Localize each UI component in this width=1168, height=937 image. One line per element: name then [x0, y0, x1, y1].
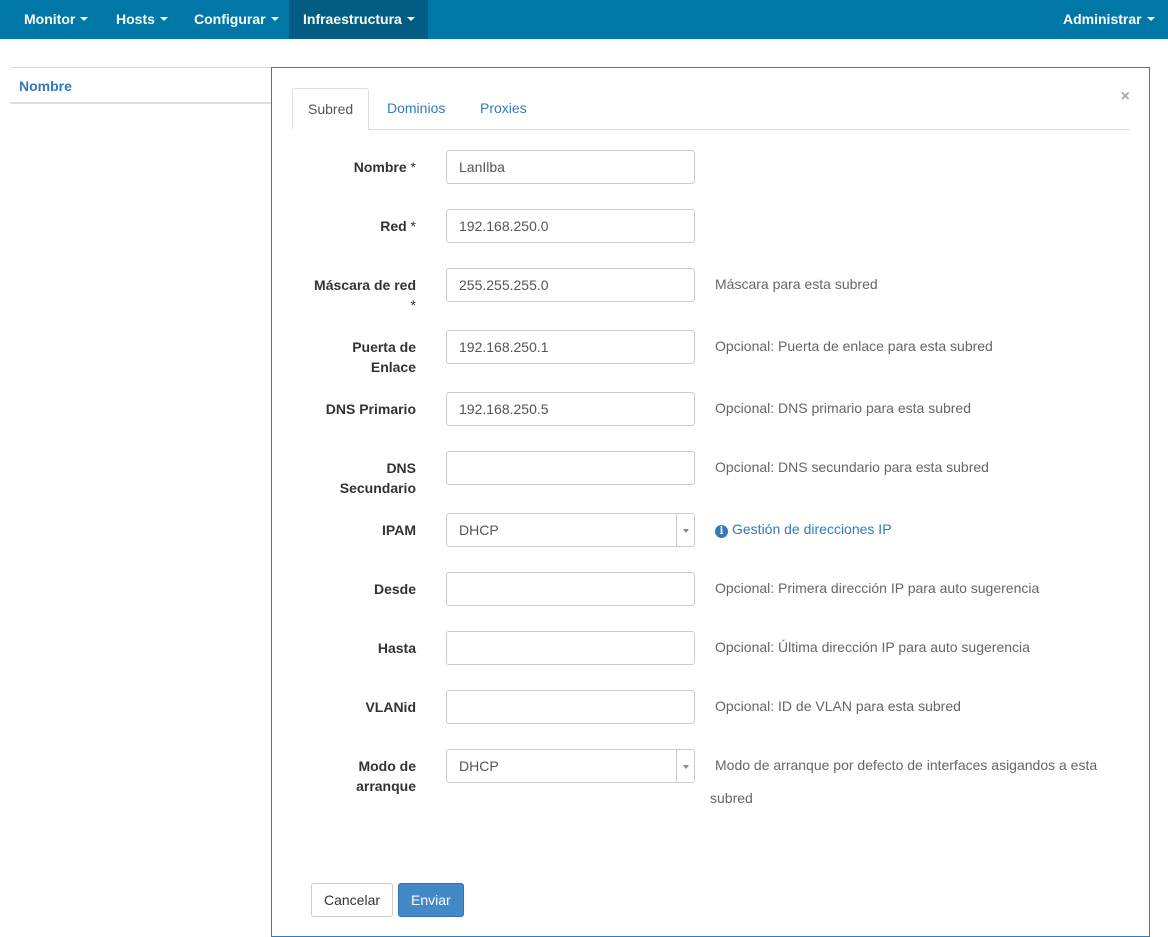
modo-arranque-label: Modo de arranque: [292, 756, 416, 796]
dns-secundario-label-line1: DNS: [386, 460, 416, 476]
mascara-input[interactable]: 255.255.255.0: [446, 268, 695, 302]
nav-administrar[interactable]: Administrar: [1049, 0, 1168, 39]
ipam-select-value: DHCP: [459, 522, 499, 538]
caret-down-icon: [80, 17, 89, 22]
nav-monitor-label: Monitor: [24, 11, 76, 27]
mascara-help: Máscara para esta subred: [715, 276, 878, 292]
column-header-nombre[interactable]: Nombre: [19, 78, 72, 94]
modo-arranque-label-line1: Modo de: [358, 758, 416, 774]
chevron-down-icon: [683, 765, 689, 769]
tab-dominios[interactable]: Dominios: [372, 88, 460, 129]
puerta-label: Puerta de Enlace: [292, 337, 416, 377]
required-marker: *: [410, 218, 416, 234]
chevron-down-icon: [683, 529, 689, 533]
vlanid-label: VLANid: [365, 699, 416, 715]
desde-input[interactable]: [446, 572, 695, 606]
select-divider: [676, 750, 677, 782]
modo-arranque-select-value: DHCP: [459, 758, 499, 774]
modo-arranque-label-line2: arranque: [356, 778, 416, 794]
dns-secundario-help: Opcional: DNS secundario para esta subre…: [715, 459, 989, 475]
nav-configurar[interactable]: Configurar: [180, 0, 293, 39]
hasta-input[interactable]: [446, 631, 695, 665]
dns-primario-help: Opcional: DNS primario para esta subred: [715, 400, 972, 416]
puerta-label-line2: Enlace: [370, 359, 416, 375]
ipam-help-link-text: Gestión de direcciones IP: [732, 521, 892, 537]
mascara-label-text: Máscara de red: [314, 277, 416, 293]
hasta-help: Opcional: Última dirección IP para auto …: [715, 639, 1030, 655]
dns-secundario-label-line2: Secundario: [339, 480, 416, 496]
caret-down-icon: [270, 17, 279, 22]
nav-infraestructura-label: Infraestructura: [303, 11, 402, 27]
required-marker: *: [410, 297, 416, 313]
vlanid-help: Opcional: ID de VLAN para esta subred: [715, 698, 961, 714]
tab-subred[interactable]: Subred: [292, 88, 370, 130]
modo-arranque-help-line2: subred: [710, 790, 753, 806]
modo-arranque-help-line1: Modo de arranque por defecto de interfac…: [715, 757, 1098, 773]
hasta-label: Hasta: [377, 640, 416, 656]
submit-button[interactable]: Enviar: [398, 883, 464, 917]
ipam-select[interactable]: DHCP: [446, 513, 695, 547]
dns-primario-label: DNS Primario: [325, 401, 416, 417]
cancel-button[interactable]: Cancelar: [311, 883, 394, 917]
caret-down-icon: [406, 17, 415, 22]
ipam-label: IPAM: [382, 522, 416, 538]
red-label: Red *: [292, 216, 416, 236]
ipam-help-link[interactable]: i Gestión de direcciones IP: [715, 519, 892, 539]
vlanid-input[interactable]: [446, 690, 695, 724]
desde-label: Desde: [373, 581, 416, 597]
nombre-input[interactable]: LanIlba: [446, 150, 695, 184]
modal-tabs: Subred Dominios Proxies: [292, 88, 1130, 130]
red-input[interactable]: 192.168.250.0: [446, 209, 695, 243]
nav-monitor[interactable]: Monitor: [10, 0, 102, 39]
nav-administrar-label: Administrar: [1063, 11, 1142, 27]
mascara-label: Máscara de red *: [292, 275, 416, 315]
nav-configurar-label: Configurar: [194, 11, 266, 27]
nombre-label-text: Nombre: [353, 159, 407, 175]
nombre-label: Nombre *: [292, 157, 416, 177]
required-marker: *: [410, 159, 416, 175]
nav-infraestructura[interactable]: Infraestructura: [289, 0, 428, 39]
select-divider: [676, 514, 677, 546]
puerta-input[interactable]: 192.168.250.1: [446, 330, 695, 364]
desde-help: Opcional: Primera dirección IP para auto…: [715, 580, 1040, 596]
tab-proxies[interactable]: Proxies: [465, 88, 542, 129]
dns-secundario-label: DNS Secundario: [292, 458, 416, 498]
caret-down-icon: [159, 17, 168, 22]
nav-hosts-label: Hosts: [116, 11, 155, 27]
dns-primario-input[interactable]: 192.168.250.5: [446, 392, 695, 426]
red-label-text: Red: [380, 218, 407, 234]
dns-secundario-input[interactable]: [446, 451, 695, 485]
top-navbar: Monitor Hosts Configurar Infraestructura…: [0, 0, 1168, 39]
puerta-help: Opcional: Puerta de enlace para esta sub…: [715, 338, 993, 354]
info-icon: i: [715, 525, 728, 538]
modo-arranque-select[interactable]: DHCP: [446, 749, 695, 783]
background-table-header: Nombre: [10, 67, 280, 104]
puerta-label-line1: Puerta de: [352, 339, 416, 355]
nav-hosts[interactable]: Hosts: [102, 0, 182, 39]
subnet-modal: × Subred Dominios Proxies Nombre * LanIl…: [271, 67, 1150, 937]
caret-down-icon: [1146, 17, 1155, 22]
